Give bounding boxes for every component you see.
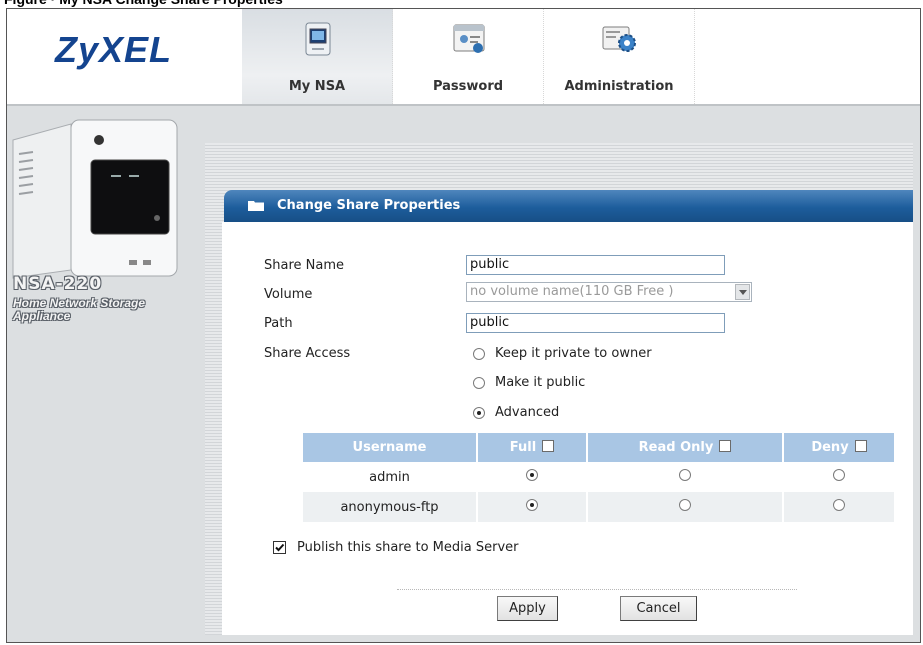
- access-option-label: Keep it private to owner: [495, 346, 652, 361]
- volume-label: Volume: [264, 287, 313, 302]
- column-header-label: Full: [509, 440, 537, 455]
- volume-select[interactable]: no volume name(110 GB Free ): [466, 282, 752, 302]
- figure-caption-fragment: Figure · My NSA Change Share Properties: [0, 0, 923, 8]
- access-option-label: Make it public: [495, 375, 586, 390]
- full-cell: [477, 462, 588, 492]
- header-bar: ZyXEL My NSA Password Administration: [7, 9, 920, 104]
- deny-cell: [783, 492, 894, 522]
- share-name-field[interactable]: public: [466, 255, 725, 275]
- path-field[interactable]: public: [466, 313, 725, 333]
- full-radio[interactable]: [526, 469, 538, 481]
- volume-select-value: no volume name(110 GB Free ): [470, 284, 674, 299]
- zyxel-logo: ZyXEL: [55, 29, 173, 70]
- access-option-private[interactable]: Keep it private to owner: [473, 346, 652, 361]
- table-row: anonymous-ftp: [303, 492, 894, 522]
- radio-button-selected[interactable]: [473, 406, 485, 419]
- column-header-username: Username: [303, 433, 478, 462]
- full-radio[interactable]: [526, 499, 538, 511]
- permissions-table: Username Full Read Only Deny admin anony…: [303, 433, 894, 522]
- deny-cell: [783, 462, 894, 492]
- button-divider: [397, 589, 797, 590]
- model-description: Home Network Storage Appliance: [13, 296, 146, 323]
- table-row: admin: [303, 462, 894, 492]
- publish-media-server-option[interactable]: Publish this share to Media Server: [273, 540, 518, 555]
- publish-label: Publish this share to Media Server: [297, 540, 519, 555]
- read-only-radio[interactable]: [679, 469, 691, 481]
- access-option-advanced[interactable]: Advanced: [473, 405, 559, 420]
- apply-button[interactable]: Apply: [497, 596, 558, 621]
- share-name-label: Share Name: [264, 258, 344, 273]
- read-only-cell: [587, 462, 784, 492]
- checkmark-icon: [275, 543, 285, 552]
- select-all-full-checkbox[interactable]: [542, 440, 555, 452]
- username-cell: anonymous-ftp: [303, 492, 478, 522]
- tab-password[interactable]: Password: [393, 9, 544, 104]
- panel-title: Change Share Properties: [277, 198, 461, 213]
- tab-my-nsa[interactable]: My NSA: [242, 9, 393, 104]
- select-all-read-only-checkbox[interactable]: [719, 440, 732, 452]
- read-only-radio[interactable]: [679, 499, 691, 511]
- radio-button[interactable]: [473, 376, 485, 389]
- access-option-label: Advanced: [495, 405, 560, 420]
- full-cell: [477, 492, 588, 522]
- nas-device-icon: [305, 22, 331, 56]
- model-name: NSA-220: [13, 274, 103, 294]
- column-header-label: Username: [352, 440, 427, 455]
- column-header-deny: Deny: [783, 433, 894, 462]
- chevron-down-icon[interactable]: [735, 284, 750, 300]
- tab-label: My NSA: [288, 79, 346, 94]
- share-access-label: Share Access: [264, 346, 351, 361]
- tab-label: Administration: [564, 79, 674, 94]
- cancel-button[interactable]: Cancel: [620, 596, 697, 621]
- deny-radio[interactable]: [833, 499, 845, 511]
- username-cell: admin: [303, 462, 478, 492]
- radio-button[interactable]: [473, 347, 485, 360]
- select-all-deny-checkbox[interactable]: [854, 440, 867, 452]
- deny-radio[interactable]: [833, 469, 845, 481]
- access-option-public[interactable]: Make it public: [473, 375, 585, 390]
- read-only-cell: [587, 492, 784, 522]
- column-header-read-only: Read Only: [587, 433, 784, 462]
- sidebar: NSA-220 Home Network Storage Appliance: [7, 106, 206, 642]
- tab-administration[interactable]: Administration: [544, 9, 695, 104]
- column-header-label: Read Only: [638, 440, 714, 455]
- permissions-header-row: Username Full Read Only Deny: [303, 433, 894, 462]
- panel-title-bar: Change Share Properties: [224, 190, 913, 222]
- main-tabs: My NSA Password Administration: [242, 9, 695, 104]
- path-label: Path: [264, 316, 293, 331]
- column-header-label: Deny: [811, 440, 849, 455]
- tab-label: Password: [432, 79, 504, 94]
- folder-icon: [248, 201, 264, 211]
- column-header-full: Full: [477, 433, 588, 462]
- nas-device-image: [11, 110, 181, 280]
- administration-gear-icon: [602, 26, 636, 52]
- publish-checkbox[interactable]: [273, 541, 286, 554]
- password-id-card-icon: [453, 24, 485, 53]
